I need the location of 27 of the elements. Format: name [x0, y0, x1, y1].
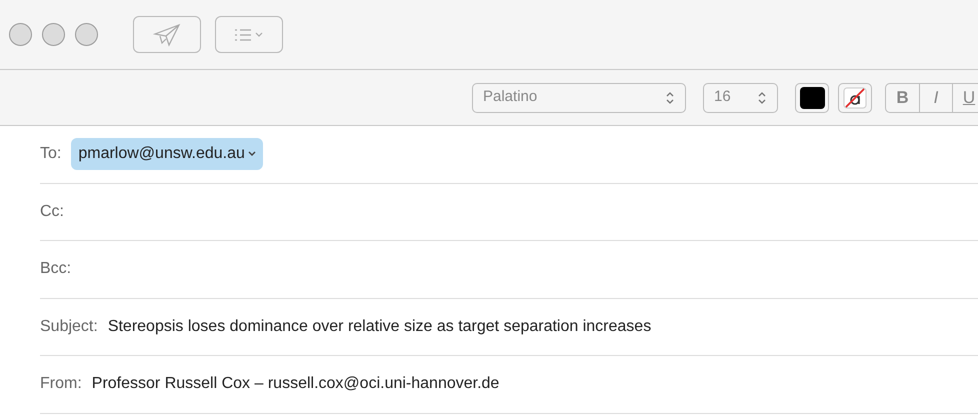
window-control[interactable]: [75, 23, 98, 46]
size-select[interactable]: 16: [703, 82, 778, 112]
field-label: Subject:: [40, 316, 98, 337]
list-icon: [233, 28, 265, 42]
text-style-button[interactable]: B: [886, 84, 919, 112]
field-label: To:: [40, 144, 62, 164]
color-swatch-icon: [800, 86, 824, 108]
background-color-button[interactable]: [838, 82, 872, 112]
format-menu-button[interactable]: [215, 16, 283, 53]
field-value[interactable]: Professor Russell Cox – russell.cox@oci.uni-hannover.de: [92, 372, 500, 396]
chevron-down-icon: [248, 151, 256, 158]
field-label: From:: [40, 374, 82, 394]
font-select[interactable]: Palatino: [472, 82, 686, 112]
text-style-button[interactable]: I: [919, 84, 952, 112]
no-color-icon: [843, 86, 867, 108]
text-color-button[interactable]: [795, 82, 829, 112]
recipient-token[interactable]: pmarlow@unsw.edu.au: [71, 138, 263, 170]
field-label: Bcc:: [40, 259, 72, 280]
paper-plane-icon: [153, 22, 181, 46]
window-control[interactable]: [42, 23, 65, 46]
field-value[interactable]: Stereopsis loses dominance over relative size as target separation increases: [108, 314, 652, 339]
text-style-button[interactable]: U: [952, 84, 978, 112]
send-button[interactable]: [133, 16, 201, 53]
stepper-icon: [665, 90, 675, 106]
stepper-icon: [757, 90, 767, 106]
field-label: Cc:: [40, 202, 64, 222]
window-control[interactable]: [9, 23, 32, 46]
